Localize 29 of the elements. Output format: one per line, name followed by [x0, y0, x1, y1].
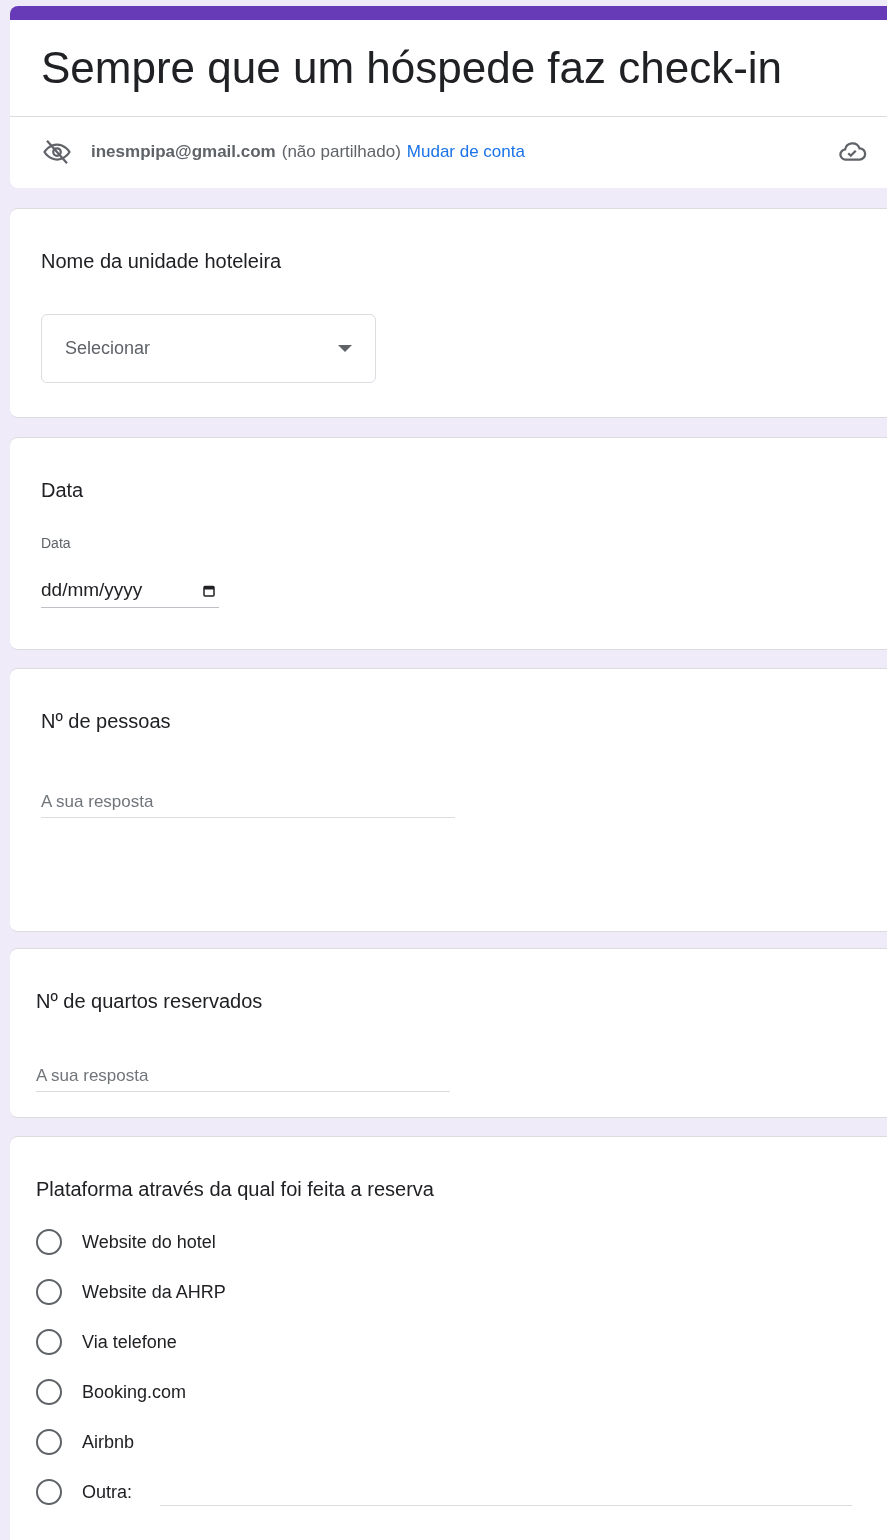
calendar-icon: [203, 584, 215, 597]
option-label: Website do hotel: [82, 1230, 216, 1254]
switch-account-link[interactable]: Mudar de conta: [406, 139, 525, 165]
radio-button[interactable]: [36, 1229, 62, 1255]
text-input-field[interactable]: A sua resposta: [41, 786, 455, 818]
radio-button[interactable]: [36, 1379, 62, 1405]
text-input-field[interactable]: A sua resposta: [36, 1060, 450, 1092]
field-label: Data: [41, 534, 72, 553]
sharing-note: (não partilhado): [281, 141, 401, 164]
option-label: Outra:: [82, 1480, 133, 1504]
form-title: Sempre que um hóspede faz check-in: [41, 46, 783, 90]
question-title: Nº de quartos reservados: [36, 989, 264, 1014]
dropdown[interactable]: Selecionar: [41, 314, 376, 383]
option-label: Via telefone: [82, 1330, 177, 1354]
radio-button[interactable]: [36, 1279, 62, 1305]
date-field[interactable]: dd/mm/yyyy: [41, 574, 219, 608]
caret-icon: [338, 344, 352, 353]
hidden-eye-icon: [42, 137, 72, 167]
radio-button[interactable]: [36, 1429, 62, 1455]
option-label: Website da AHRP: [82, 1280, 226, 1304]
question-title: Nº de pessoas: [41, 709, 172, 734]
question-title: Data: [41, 478, 85, 503]
radio-button[interactable]: [36, 1329, 62, 1355]
option-label: Booking.com: [82, 1380, 187, 1404]
account-email: inesmpipa@gmail.com: [91, 141, 276, 164]
question-title: Nome da unidade hoteleira: [41, 249, 283, 274]
option-label: Airbnb: [82, 1430, 135, 1454]
radio-button[interactable]: [36, 1479, 62, 1505]
question-title: Plataforma através da qual foi feita a reserva: [36, 1177, 435, 1202]
